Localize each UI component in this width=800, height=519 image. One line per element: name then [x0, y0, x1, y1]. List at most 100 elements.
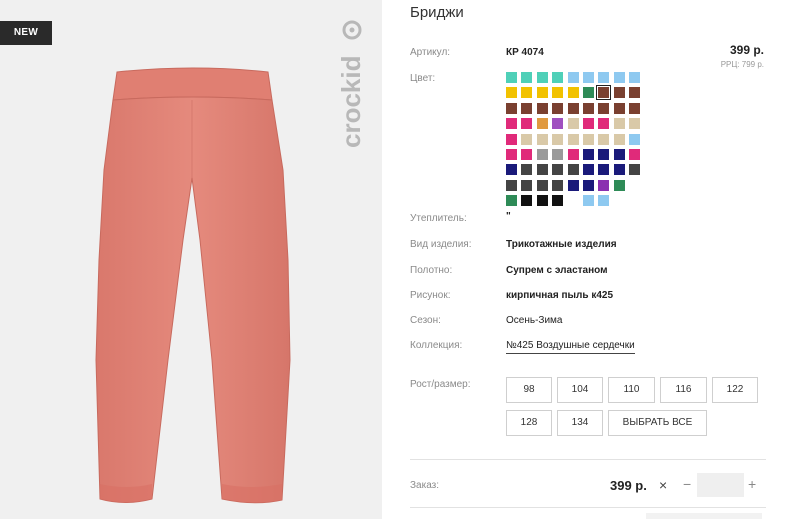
product-photo[interactable]: NEW crockid: [0, 0, 382, 519]
product-info: Бриджи Артикул: КР 4074 399 р. РРЦ: 799 …: [410, 0, 770, 519]
size-button-110[interactable]: 110: [608, 377, 655, 403]
color-swatch[interactable]: [506, 195, 517, 207]
order-price: 399 р.: [610, 478, 647, 493]
color-swatch[interactable]: [567, 133, 579, 145]
color-swatch[interactable]: [598, 72, 610, 83]
color-swatch[interactable]: [567, 179, 579, 191]
color-swatch[interactable]: [506, 72, 517, 83]
color-swatch[interactable]: [583, 179, 594, 191]
color-swatch[interactable]: [506, 118, 517, 130]
color-swatch[interactable]: [629, 164, 641, 176]
svg-text:crockid: crockid: [336, 56, 366, 149]
color-swatch[interactable]: [629, 149, 641, 160]
color-swatch[interactable]: [506, 87, 517, 99]
increase-button[interactable]: +: [748, 476, 756, 492]
size-button-116[interactable]: 116: [660, 377, 707, 403]
add-to-cart-bar[interactable]: [646, 513, 762, 519]
color-swatch[interactable]: [567, 149, 579, 160]
color-swatch[interactable]: [552, 149, 564, 160]
rrp-price: РРЦ: 799 р.: [720, 60, 764, 69]
color-swatch[interactable]: [521, 102, 533, 114]
color-swatch[interactable]: [521, 195, 533, 207]
color-swatch[interactable]: [552, 87, 564, 99]
size-button-128[interactable]: 128: [506, 410, 552, 436]
size-button-134[interactable]: 134: [557, 410, 603, 436]
article-label: Артикул:: [410, 47, 451, 58]
color-swatch[interactable]: [521, 164, 533, 176]
color-swatch[interactable]: [583, 195, 594, 207]
color-swatch[interactable]: [521, 87, 533, 99]
color-swatch[interactable]: [598, 133, 610, 145]
color-swatch[interactable]: [629, 118, 641, 130]
color-swatch[interactable]: [596, 85, 612, 101]
color-swatch[interactable]: [521, 149, 533, 160]
color-swatch[interactable]: [567, 118, 579, 130]
color-swatch[interactable]: [583, 118, 594, 130]
color-swatch[interactable]: [521, 118, 533, 130]
color-swatch[interactable]: [598, 179, 610, 191]
color-swatch[interactable]: [613, 87, 625, 99]
color-swatch[interactable]: [598, 195, 610, 207]
color-swatch[interactable]: [536, 149, 548, 160]
color-swatch[interactable]: [598, 118, 610, 130]
color-swatch[interactable]: [536, 179, 548, 191]
color-swatch[interactable]: [506, 133, 517, 145]
pattern-value: кирпичная пыль к425: [506, 290, 614, 301]
size-button-104[interactable]: 104: [557, 377, 603, 403]
color-swatch[interactable]: [536, 133, 548, 145]
color-swatch[interactable]: [583, 149, 594, 160]
color-swatch[interactable]: [536, 87, 548, 99]
color-swatch[interactable]: [613, 118, 625, 130]
color-swatch[interactable]: [613, 149, 625, 160]
size-button-122[interactable]: 122: [712, 377, 758, 403]
color-swatch[interactable]: [506, 102, 517, 114]
color-swatch[interactable]: [598, 164, 610, 176]
color-swatch[interactable]: [613, 164, 625, 176]
color-swatch[interactable]: [521, 133, 533, 145]
color-swatch[interactable]: [583, 164, 594, 176]
color-swatch[interactable]: [583, 72, 594, 83]
color-swatch[interactable]: [536, 102, 548, 114]
color-swatch[interactable]: [506, 164, 517, 176]
collection-link[interactable]: №425 Воздушные сердечки: [506, 340, 635, 354]
color-swatch[interactable]: [536, 195, 548, 207]
size-button-98[interactable]: 98: [506, 377, 552, 403]
color-swatch[interactable]: [613, 102, 625, 114]
color-swatch[interactable]: [567, 87, 579, 99]
select-all-button[interactable]: ВЫБРАТЬ ВСЕ: [608, 410, 707, 436]
color-swatch[interactable]: [583, 87, 594, 99]
color-swatch[interactable]: [613, 179, 625, 191]
color-swatch[interactable]: [536, 164, 548, 176]
color-swatch[interactable]: [613, 133, 625, 145]
color-swatch[interactable]: [567, 72, 579, 83]
color-swatch[interactable]: [552, 102, 564, 114]
color-swatch[interactable]: [613, 72, 625, 83]
color-swatch[interactable]: [552, 118, 564, 130]
color-swatch[interactable]: [629, 87, 641, 99]
color-swatch[interactable]: [521, 179, 533, 191]
color-swatch[interactable]: [583, 133, 594, 145]
color-swatch[interactable]: [552, 179, 564, 191]
color-swatch[interactable]: [552, 164, 564, 176]
color-swatch[interactable]: [567, 102, 579, 114]
quantity-input[interactable]: [697, 473, 744, 497]
color-swatch[interactable]: [598, 102, 610, 114]
decrease-button[interactable]: −: [683, 476, 691, 492]
fabric-value: Супрем с эластаном: [506, 265, 608, 276]
color-swatch[interactable]: [629, 72, 641, 83]
color-swatch[interactable]: [552, 133, 564, 145]
color-swatch[interactable]: [567, 164, 579, 176]
product-title: Бриджи: [410, 4, 464, 21]
color-swatch[interactable]: [521, 72, 533, 83]
color-swatch[interactable]: [598, 149, 610, 160]
color-swatch[interactable]: [536, 72, 548, 83]
color-swatch[interactable]: [552, 195, 564, 207]
color-swatch[interactable]: [506, 179, 517, 191]
pants-image: [95, 67, 291, 504]
color-swatch[interactable]: [552, 72, 564, 83]
color-swatch[interactable]: [506, 149, 517, 160]
color-swatch[interactable]: [629, 102, 641, 114]
color-swatch[interactable]: [629, 133, 641, 145]
color-swatch[interactable]: [536, 118, 548, 130]
color-swatch[interactable]: [583, 102, 594, 114]
